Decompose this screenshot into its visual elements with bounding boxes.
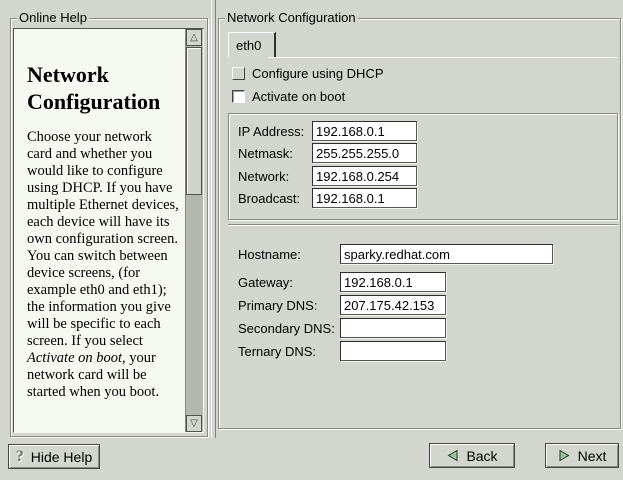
primary-dns-label: Primary DNS: (238, 298, 317, 313)
activate-on-boot-checkbox[interactable] (232, 90, 245, 103)
tab-eth0[interactable]: eth0 (228, 32, 276, 58)
gateway-input[interactable] (340, 272, 446, 292)
ip-address-label: IP Address: (238, 124, 304, 139)
network-config-frame-label: Network Configuration (225, 11, 358, 25)
tab-eth0-label: eth0 (236, 38, 261, 53)
ternary-dns-label: Ternary DNS: (238, 344, 316, 359)
help-text-area: Network Configuration Choose your networ… (13, 28, 204, 433)
next-button[interactable]: Next (545, 443, 619, 468)
broadcast-label: Broadcast: (238, 191, 300, 206)
ip-address-input[interactable] (312, 121, 417, 141)
scroll-up-button[interactable]: △ (186, 29, 202, 46)
network-label: Network: (238, 169, 289, 184)
back-button-label: Back (466, 448, 497, 464)
help-scrollbar[interactable]: △ ▽ (185, 29, 203, 432)
hostname-input[interactable] (340, 244, 553, 264)
netmask-label: Netmask: (238, 146, 293, 161)
hide-help-button-label: Hide Help (31, 449, 92, 465)
dhcp-checkbox[interactable] (232, 67, 245, 80)
secondary-dns-input[interactable] (340, 318, 446, 338)
notebook-edge (268, 57, 617, 58)
hostname-label: Hostname: (238, 247, 301, 262)
help-title: Network Configuration (27, 61, 180, 115)
activate-on-boot-checkbox-row[interactable]: Activate on boot (232, 89, 345, 103)
next-arrow-icon (558, 449, 571, 462)
panel-divider (211, 0, 216, 438)
help-body-italic: Activate on boot, (27, 350, 126, 366)
hide-help-button[interactable]: ? Hide Help (8, 444, 100, 469)
primary-dns-input[interactable] (340, 295, 446, 315)
netmask-input[interactable] (312, 143, 417, 163)
scroll-up-icon: △ (190, 33, 198, 43)
secondary-dns-label: Secondary DNS: (238, 321, 335, 336)
gateway-label: Gateway: (238, 275, 293, 290)
question-mark-icon: ? (16, 449, 24, 465)
network-input[interactable] (312, 166, 417, 186)
scrollbar-thumb[interactable] (186, 47, 202, 195)
back-button[interactable]: Back (429, 443, 515, 468)
next-button-label: Next (578, 448, 607, 464)
help-body-text: Choose your network card and whether you… (27, 129, 179, 349)
help-content: Network Configuration Choose your networ… (27, 29, 180, 401)
ternary-dns-input[interactable] (340, 341, 446, 361)
dhcp-checkbox-row[interactable]: Configure using DHCP (232, 66, 384, 80)
scroll-down-icon: ▽ (190, 419, 198, 429)
scroll-down-button[interactable]: ▽ (186, 415, 202, 432)
activate-on-boot-checkbox-label: Activate on boot (252, 89, 345, 104)
dhcp-checkbox-label: Configure using DHCP (252, 66, 384, 81)
broadcast-input[interactable] (312, 188, 417, 208)
help-body: Choose your network card and whether you… (27, 129, 180, 401)
back-arrow-icon (446, 449, 459, 462)
online-help-frame-label: Online Help (17, 11, 89, 25)
section-separator (228, 224, 618, 226)
network-config-screen: Online Help Network Configuration Choose… (0, 0, 623, 480)
